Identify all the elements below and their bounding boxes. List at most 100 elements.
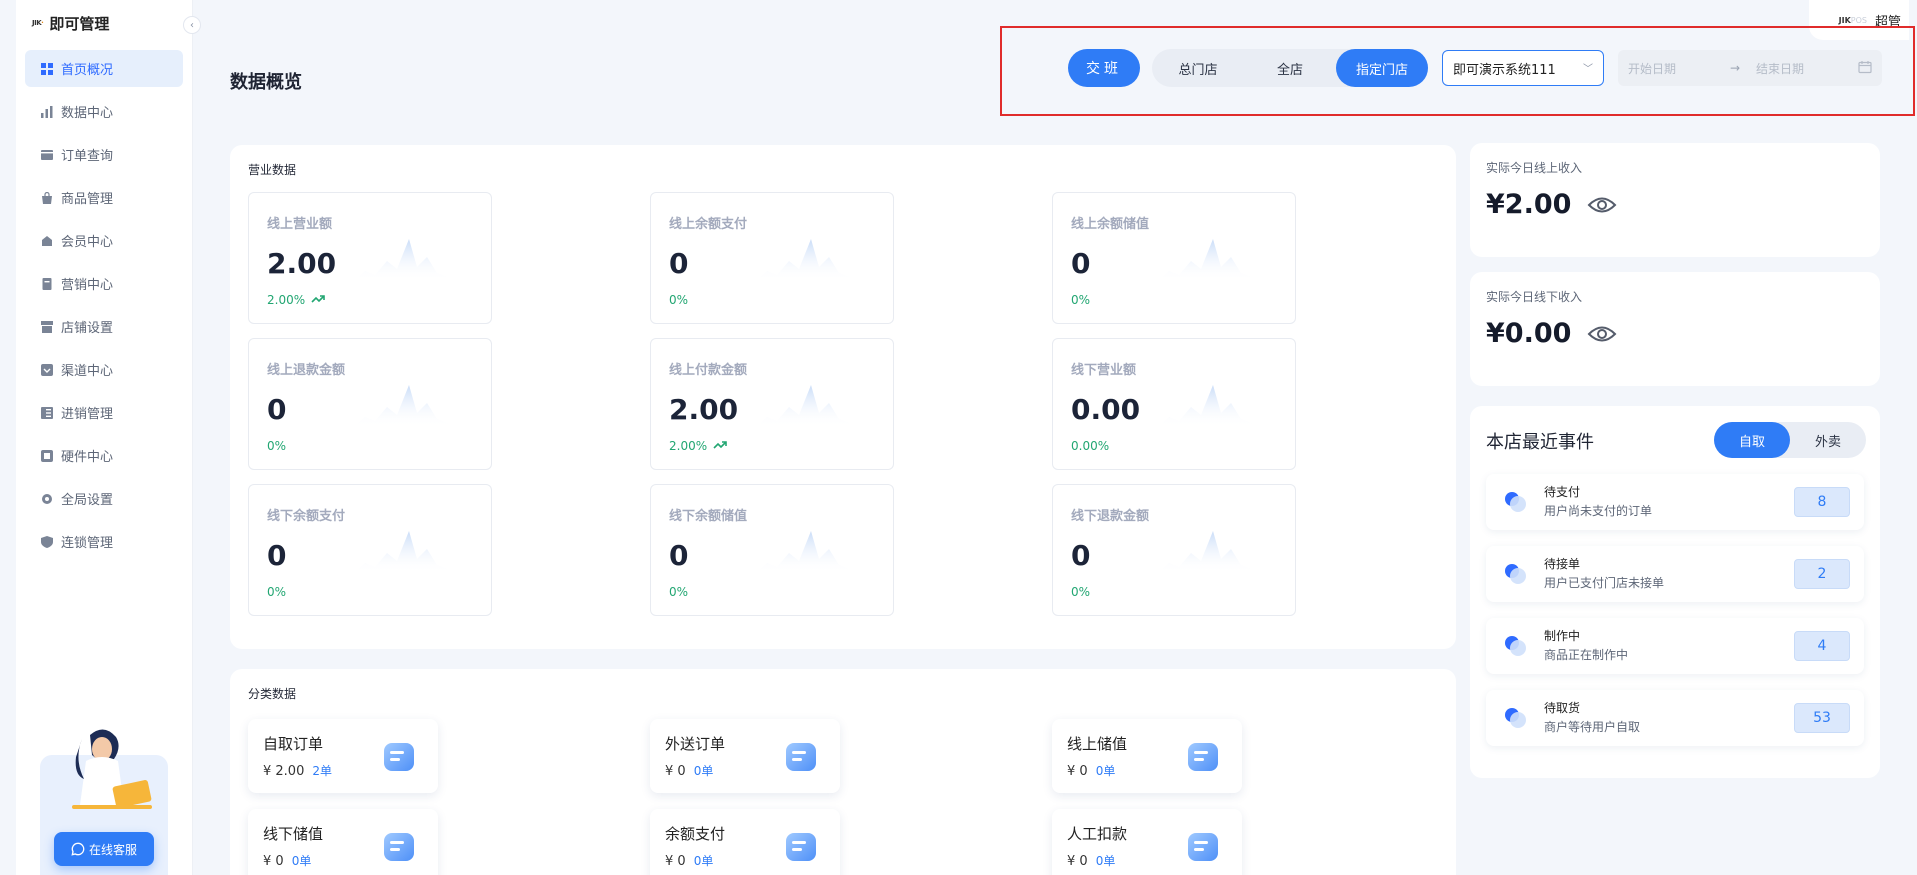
event-count: 2 bbox=[1794, 559, 1850, 589]
category-summary: ¥ 0 0单 bbox=[263, 852, 311, 869]
event-name: 待接单 bbox=[1544, 557, 1581, 571]
metric-label: 线上营业额 bbox=[267, 217, 333, 232]
metric-card: 线上付款金额 2.00 2.00% bbox=[650, 338, 894, 470]
metric-value: 0 bbox=[1071, 539, 1091, 572]
event-description: 商品正在制作中 bbox=[1544, 648, 1629, 662]
event-item[interactable]: 待取货 商户等待用户自取 53 bbox=[1486, 690, 1864, 746]
coin-bag-icon bbox=[780, 825, 824, 869]
metric-percent-value: 2.00% bbox=[669, 439, 708, 453]
sparkline-decoration bbox=[353, 525, 453, 573]
metric-label: 线上退款金额 bbox=[267, 363, 346, 378]
metric-value: 0.00 bbox=[1071, 393, 1141, 426]
eye-icon[interactable] bbox=[1587, 323, 1617, 345]
shift-button[interactable]: 交班 bbox=[1068, 49, 1140, 87]
online-support-button[interactable]: 在线客服 bbox=[54, 832, 154, 866]
category-amount: ¥ 0 bbox=[1067, 854, 1088, 869]
metric-percent: 2.00% bbox=[669, 439, 727, 453]
scope-option[interactable]: 总门店 bbox=[1152, 49, 1244, 87]
events-tab-switch: 自取 外卖 bbox=[1714, 422, 1866, 458]
sparkline-decoration bbox=[755, 379, 855, 427]
event-count: 4 bbox=[1794, 631, 1850, 661]
category-name: 余额支付 bbox=[665, 825, 726, 843]
sidebar-item-gear[interactable]: 全局设置 bbox=[25, 480, 183, 517]
category-card[interactable]: 线下储值 ¥ 0 0单 bbox=[248, 809, 438, 875]
sidebar-item-label: 会员中心 bbox=[61, 235, 114, 250]
marketing-icon bbox=[41, 277, 53, 290]
sidebar-item-inventory[interactable]: 进销管理 bbox=[25, 394, 183, 431]
business-data-title: 营业数据 bbox=[248, 163, 297, 177]
calendar-icon bbox=[1858, 61, 1872, 74]
category-card[interactable]: 人工扣款 ¥ 0 0单 bbox=[1052, 809, 1242, 875]
scope-option[interactable]: 全店 bbox=[1244, 49, 1336, 87]
event-name: 制作中 bbox=[1544, 629, 1581, 643]
sidebar-item-marketing[interactable]: 营销中心 bbox=[25, 265, 183, 302]
store-select-value: 即可演示系统111 bbox=[1453, 62, 1556, 78]
event-item[interactable]: 待支付 用户尚未支付的订单 8 bbox=[1486, 474, 1864, 530]
metric-label: 线上余额储值 bbox=[1071, 217, 1150, 232]
business-data-panel: 营业数据 线上营业额 2.00 2.00% 线上余额支付 0 0% 线上余额储值 0 0% 线上退… bbox=[230, 145, 1456, 649]
event-status-icon bbox=[1502, 488, 1530, 516]
sidebar-item-hardware[interactable]: 硬件中心 bbox=[25, 437, 183, 474]
metric-value: 0 bbox=[267, 393, 287, 426]
sidebar-item-channel[interactable]: 渠道中心 bbox=[25, 351, 183, 388]
sidebar-item-label: 进销管理 bbox=[61, 407, 114, 422]
metric-value: 0 bbox=[267, 539, 287, 572]
event-description: 商户等待用户自取 bbox=[1544, 720, 1641, 734]
event-status-icon bbox=[1502, 560, 1530, 588]
card-icon bbox=[1182, 735, 1226, 779]
category-card[interactable]: 线上储值 ¥ 0 0单 bbox=[1052, 719, 1242, 793]
chat-icon bbox=[71, 842, 85, 856]
event-item[interactable]: 制作中商品正在制作中 4 bbox=[1486, 618, 1864, 674]
metric-card: 线上余额支付 0 0% bbox=[650, 192, 894, 324]
date-end-input[interactable]: 结束日期 bbox=[1756, 60, 1804, 77]
chevron-left-icon[interactable]: ‹ bbox=[183, 16, 201, 34]
category-name: 自取订单 bbox=[263, 735, 324, 753]
category-summary: ¥ 2.00 2单 bbox=[263, 762, 332, 779]
category-amount: ¥ 0 bbox=[263, 854, 284, 869]
metric-percent-value: 0% bbox=[669, 585, 689, 599]
event-name: 待取货 bbox=[1544, 701, 1581, 715]
event-name: 待支付 bbox=[1544, 485, 1581, 499]
metric-card: 线下营业额 0.00 0.00% bbox=[1052, 338, 1296, 470]
metric-percent: 0% bbox=[669, 585, 688, 599]
store-icon bbox=[41, 320, 53, 333]
category-count: 0单 bbox=[1095, 854, 1116, 868]
sidebar-item-store[interactable]: 店铺设置 bbox=[25, 308, 183, 345]
category-count: 2单 bbox=[312, 764, 332, 778]
category-card[interactable]: 自取订单 ¥ 2.00 2单 bbox=[248, 719, 438, 793]
chevron-down-icon: ﹀ bbox=[1583, 64, 1593, 75]
metric-label: 线下营业额 bbox=[1071, 363, 1137, 378]
sidebar-item-member[interactable]: 会员中心 bbox=[25, 222, 183, 259]
event-count: 8 bbox=[1794, 487, 1850, 517]
events-tab[interactable]: 自取 bbox=[1714, 422, 1790, 458]
metric-card: 线下余额支付 0 0% bbox=[248, 484, 492, 616]
sidebar-item-dashboard[interactable]: 首页概况 bbox=[25, 50, 183, 87]
category-count: 0单 bbox=[693, 854, 714, 868]
scope-segmented-control: 总门店 全店 指定门店 bbox=[1152, 49, 1428, 87]
sidebar-item-bag[interactable]: 商品管理 bbox=[25, 179, 183, 216]
support-card: 在线客服 bbox=[40, 729, 168, 875]
metric-label: 线上付款金额 bbox=[669, 363, 748, 378]
delivery-icon bbox=[780, 735, 824, 779]
metric-percent: 2.00% bbox=[267, 293, 325, 307]
category-count: 0单 bbox=[291, 854, 312, 868]
category-card[interactable]: 外送订单 ¥ 0 0单 bbox=[650, 719, 840, 793]
scope-option[interactable]: 指定门店 bbox=[1336, 49, 1428, 87]
sparkline-decoration bbox=[755, 233, 855, 281]
event-item[interactable]: 待接单 用户已支付门店未接单 2 bbox=[1486, 546, 1864, 602]
category-summary: ¥ 0 0单 bbox=[1067, 762, 1115, 779]
sidebar-item-shield[interactable]: 连锁管理 bbox=[25, 523, 183, 560]
date-start-input[interactable]: 开始日期 bbox=[1628, 60, 1676, 77]
sidebar-item-order[interactable]: 订单查询 bbox=[25, 136, 183, 173]
store-select[interactable]: 即可演示系统111 ﹀ bbox=[1442, 50, 1604, 86]
events-tab[interactable]: 外卖 bbox=[1790, 422, 1866, 458]
sparkline-decoration bbox=[755, 525, 855, 573]
date-range-picker[interactable]: 开始日期 → 结束日期 bbox=[1618, 50, 1882, 86]
filter-toolbar: 交班 总门店 全店 指定门店 即可演示系统111 ﹀ 开始日期 → 结束日期 bbox=[1000, 26, 1915, 116]
metric-value: 2.00 bbox=[267, 247, 337, 280]
metric-percent-value: 0% bbox=[1071, 293, 1091, 307]
metric-percent-value: 0% bbox=[267, 585, 287, 599]
eye-icon[interactable] bbox=[1587, 194, 1617, 216]
category-card[interactable]: 余额支付 ¥ 0 0单 bbox=[650, 809, 840, 875]
sidebar-item-bar-chart[interactable]: 数据中心 bbox=[25, 93, 183, 130]
